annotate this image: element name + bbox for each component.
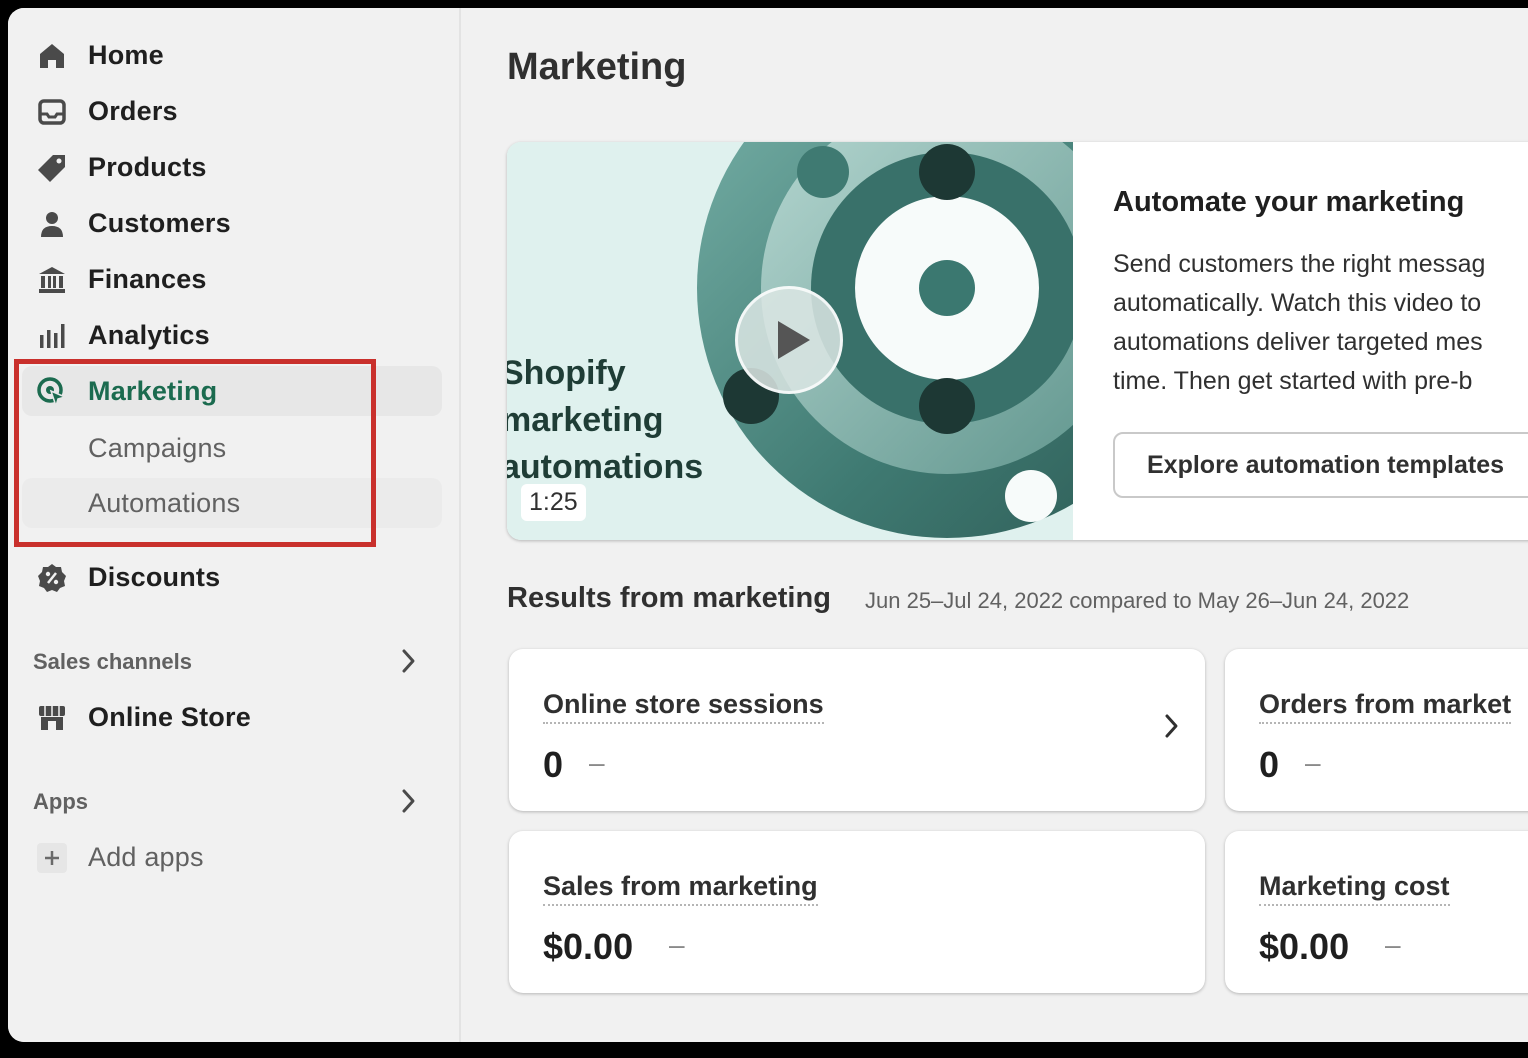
- explore-automation-templates-button[interactable]: Explore automation templates: [1113, 432, 1528, 498]
- person-icon: [36, 208, 68, 240]
- home-icon: [36, 40, 68, 72]
- sidebar-item-finances[interactable]: Finances: [22, 254, 442, 304]
- sales-channels-heading: Sales channels: [33, 649, 192, 674]
- metric-card-orders-from-marketing[interactable]: Orders from market 0 –: [1225, 649, 1528, 811]
- tag-icon: [36, 152, 68, 184]
- sidebar-item-marketing[interactable]: Marketing: [22, 366, 442, 416]
- chevron-right-icon[interactable]: [398, 786, 418, 816]
- sidebar-item-label: Analytics: [88, 319, 210, 350]
- chevron-right-icon[interactable]: [1161, 711, 1181, 741]
- sidebar-item-label: Campaigns: [88, 432, 227, 463]
- automation-promo-card: Shopify marketing automations 1:25 Autom…: [507, 142, 1528, 540]
- target-icon: [36, 376, 68, 408]
- results-date-range: Jun 25–Jul 24, 2022 compared to May 26–J…: [865, 588, 1410, 613]
- sidebar-item-label: Customers: [88, 207, 231, 238]
- sidebar-item-online-store[interactable]: Online Store: [22, 692, 442, 742]
- sidebar-item-label: Home: [88, 39, 164, 70]
- metric-label[interactable]: Online store sessions: [543, 689, 824, 724]
- promo-text: Automate your marketing Send customers t…: [1113, 186, 1528, 401]
- sidebar-item-automations[interactable]: Automations: [22, 478, 442, 528]
- metric-card-marketing-cost[interactable]: Marketing cost $0.00 –: [1225, 831, 1528, 993]
- sidebar-item-label: Discounts: [88, 561, 221, 592]
- metric-change: –: [669, 929, 685, 960]
- sidebar-item-campaigns[interactable]: Campaigns: [22, 423, 442, 473]
- sidebar-item-home[interactable]: Home: [22, 30, 442, 80]
- video-duration: 1:25: [521, 484, 586, 521]
- sidebar-item-label: Finances: [88, 263, 207, 294]
- promo-description: Send customers the right messag automati…: [1113, 250, 1486, 395]
- sidebar-item-orders[interactable]: Orders: [22, 86, 442, 136]
- metric-change: –: [1385, 929, 1401, 960]
- metric-value: 0: [1259, 744, 1280, 785]
- main-content: Marketing Shopify marketing automations …: [460, 8, 1528, 1042]
- inbox-icon: [36, 96, 68, 128]
- metric-label[interactable]: Sales from marketing: [543, 871, 818, 906]
- metric-label[interactable]: Orders from market: [1259, 689, 1512, 724]
- sidebar-item-discounts[interactable]: Discounts: [22, 552, 442, 602]
- sidebar-item-products[interactable]: Products: [22, 142, 442, 192]
- sidebar-item-label: Marketing: [88, 375, 218, 406]
- metric-label[interactable]: Marketing cost: [1259, 871, 1450, 906]
- bar-chart-icon: [36, 320, 68, 352]
- sidebar-item-label: Products: [88, 151, 207, 182]
- sidebar-item-add-apps[interactable]: Add apps: [22, 832, 442, 882]
- bank-icon: [36, 264, 68, 296]
- video-thumbnail[interactable]: Shopify marketing automations 1:25: [507, 142, 1073, 540]
- metric-value: $0.00: [1259, 926, 1350, 967]
- sidebar-item-customers[interactable]: Customers: [22, 198, 442, 248]
- sidebar-item-label: Automations: [88, 487, 241, 518]
- metric-card-online-store-sessions[interactable]: Online store sessions 0 –: [509, 649, 1205, 811]
- promo-title: Automate your marketing: [1113, 186, 1465, 218]
- metric-value: 0: [543, 744, 564, 785]
- play-button[interactable]: [735, 286, 843, 394]
- app-window: Home Orders Products Customers Finances …: [8, 8, 1528, 1042]
- plus-icon: [37, 843, 67, 873]
- play-icon: [778, 321, 810, 359]
- sidebar: Home Orders Products Customers Finances …: [8, 8, 461, 1042]
- video-title: Shopify marketing automations: [507, 354, 704, 486]
- sidebar-item-label: Online Store: [88, 701, 251, 732]
- metric-value: $0.00: [543, 926, 634, 967]
- sidebar-item-label: Orders: [88, 95, 178, 126]
- sidebar-item-analytics[interactable]: Analytics: [22, 310, 442, 360]
- metric-change: –: [1305, 747, 1321, 778]
- store-icon: [36, 702, 68, 734]
- sidebar-item-label: Add apps: [88, 841, 204, 872]
- apps-heading: Apps: [33, 789, 88, 814]
- chevron-right-icon[interactable]: [398, 646, 418, 676]
- discount-icon: [36, 562, 68, 594]
- results-title: Results from marketing: [507, 582, 831, 614]
- metric-change: –: [589, 747, 605, 778]
- page-title: Marketing: [507, 46, 687, 88]
- metric-card-sales-from-marketing[interactable]: Sales from marketing $0.00 –: [509, 831, 1205, 993]
